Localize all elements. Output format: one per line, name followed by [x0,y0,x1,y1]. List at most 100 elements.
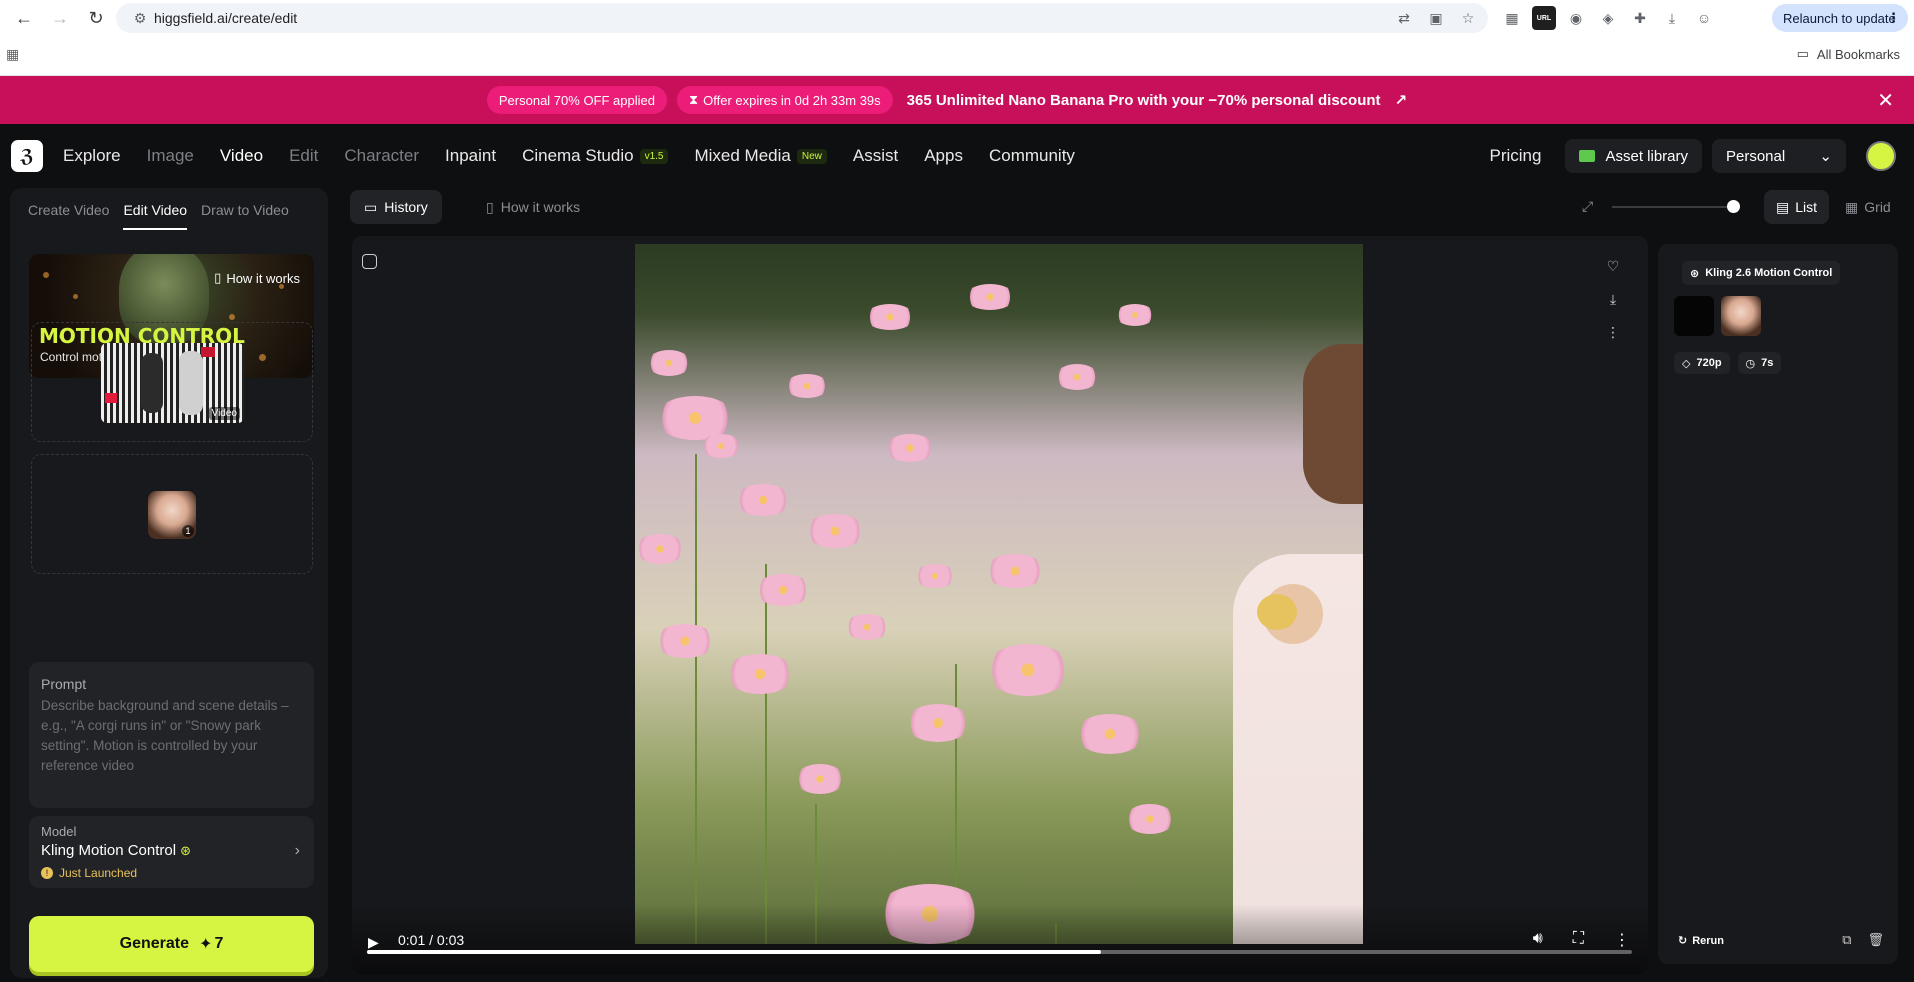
extension-reader-icon[interactable]: ▦ [1500,6,1524,30]
relaunch-button[interactable]: Relaunch to update ⋮ [1772,4,1908,32]
install-app-icon[interactable]: ▣ [1424,6,1448,30]
more-vert-icon[interactable]: ⋮ [1606,324,1620,341]
view-grid[interactable]: ▦ Grid [1833,190,1903,224]
tab-draw-to-video[interactable]: Draw to Video [201,202,289,230]
new-badge: New [796,148,827,164]
extension-camera-icon[interactable]: ◉ [1564,6,1588,30]
version-badge: v1.5 [639,148,669,164]
downloads-icon[interactable]: ⤓ [1660,6,1684,30]
expand-icon[interactable]: ⤢ [1582,198,1593,215]
apps-grid-icon[interactable]: ▦ [6,46,24,64]
view-grid-label: Grid [1864,199,1891,215]
video-progress-bar[interactable] [367,950,1632,954]
video-subject [1223,344,1363,944]
video-label: Video [208,407,240,420]
tab-edit-video[interactable]: Edit Video [123,202,188,230]
volume-icon[interactable]: 🔊︎ [1533,930,1543,950]
profile-icon[interactable]: ☺ [1692,6,1716,30]
item-actions: ♡ ⤓ ⋮ [1606,258,1620,341]
asset-library-button[interactable]: Asset library [1565,139,1702,173]
zoom-slider[interactable] [1612,206,1738,208]
promo-text[interactable]: 365 Unlimited Nano Banana Pro with your … [907,92,1381,109]
video-time: 0:01 / 0:03 [398,932,465,948]
nav-edit[interactable]: Edit [289,146,318,166]
clock-icon: ◷ [1745,357,1756,370]
generate-cost: 7 [214,935,224,952]
all-bookmarks-button[interactable]: ▭ All Bookmarks [1797,46,1900,62]
kling-icon: ⊛ [180,842,191,858]
bookmark-star-icon[interactable]: ☆ [1456,6,1480,30]
view-list[interactable]: ▤ List [1764,190,1830,224]
extension-colorful-icon[interactable]: ◈ [1596,6,1620,30]
download-icon[interactable]: ⤓ [1610,291,1616,308]
model-status: Just Launched [59,866,138,880]
nav-character[interactable]: Character [344,146,419,166]
image-count-badge: 1 [182,525,194,537]
view-list-label: List [1795,199,1818,215]
forward-icon[interactable]: → [42,3,78,33]
prompt-field[interactable]: Prompt Describe background and scene det… [29,662,314,808]
generate-label: Generate [119,935,190,952]
relaunch-label: Relaunch to update [1783,10,1896,26]
generate-button[interactable]: Generate ✦ 7 [29,916,314,972]
asset-library-label: Asset library [1605,147,1688,165]
zoom-slider-thumb[interactable] [1727,200,1740,213]
input-image-thumbnail[interactable] [1721,296,1761,336]
prompt-label: Prompt [41,676,87,692]
tab-how-it-works[interactable]: ▯ How it works [472,190,594,224]
select-checkbox[interactable] [362,254,377,269]
site-info-icon[interactable]: ⚙ [126,3,154,33]
heart-icon[interactable]: ♡ [1607,258,1620,275]
back-icon[interactable]: ← [6,3,42,33]
video-controls: ▶ 0:01 / 0:03 🔊︎ ⛶ ⋮ [352,904,1648,974]
how-it-works-button[interactable]: ▯ How it works [214,268,300,288]
more-vert-icon[interactable]: ⋮ [1614,930,1630,950]
copy-icon[interactable]: ⧉ [1842,932,1851,948]
list-icon: ▤ [1776,198,1790,215]
higgsfield-logo[interactable]: ℨ [11,140,43,172]
reference-video-upload[interactable]: Video [31,322,313,442]
nav-inpaint[interactable]: Inpaint [445,146,496,166]
nav-assist[interactable]: Assist [853,146,898,166]
nav-cinema-studio[interactable]: Cinema Studio v1.5 [522,146,669,166]
view-toggle: ▤ List ▦ Grid [1764,190,1903,224]
nav-video[interactable]: Video [220,146,263,166]
app-header: ℨ Explore Image Video Edit Character Inp… [0,124,1914,188]
video-card: ♡ ⤓ ⋮ ▶ 0:01 / 0:03 🔊︎ ⛶ ⋮ [352,236,1648,974]
model-select[interactable]: Model Kling Motion Control ⊛ ! Just Launch… [29,816,314,888]
fullscreen-icon[interactable]: ⛶ [1573,930,1584,950]
translate-icon[interactable]: ⇄ [1392,6,1416,30]
extension-url-icon[interactable]: URL [1532,6,1556,30]
reload-icon[interactable]: ↻ [78,3,114,33]
nav-pricing[interactable]: Pricing [1490,146,1542,166]
input-video-thumbnail[interactable] [1674,296,1714,336]
character-image-upload[interactable]: 1 [31,454,313,574]
info-icon: ! [41,867,53,879]
more-vert-icon: ⋮ [1887,10,1900,25]
how-it-works-label: How it works [226,270,300,286]
mode-tabs: Create Video Edit Video Draw to Video [28,202,289,230]
nav-apps[interactable]: Apps [924,146,963,166]
rerun-icon: ↻ [1678,935,1688,947]
nav-community[interactable]: Community [989,146,1075,166]
workspace-label: Personal [1726,147,1786,165]
nav-mixed-media-label: Mixed Media [694,146,791,165]
extensions-puzzle-icon[interactable]: ✚ [1628,6,1652,30]
external-arrow-icon[interactable]: ↗ [1395,91,1408,109]
address-bar[interactable]: ⚙ higgsfield.ai/create/edit ⇄ ▣ ☆ [116,3,1488,33]
workspace-select[interactable]: Personal ⌄ [1712,139,1846,173]
play-icon[interactable]: ▶ [368,934,379,951]
close-icon[interactable]: ✕ [1877,88,1894,113]
tab-create-video[interactable]: Create Video [28,202,109,230]
tab-history[interactable]: ▭ History [350,190,442,224]
countdown-label: Offer expires in 0d 2h 33m 39s [703,92,881,108]
rerun-button[interactable]: ↻ Rerun [1678,934,1724,948]
trash-icon[interactable]: 🗑︎ [1867,932,1884,948]
nav-explore[interactable]: Explore [63,146,121,166]
video-player[interactable] [635,244,1363,944]
nav-image[interactable]: Image [147,146,194,166]
kling-icon: ⊛ [1690,267,1700,280]
avatar[interactable] [1866,141,1896,171]
nav-mixed-media[interactable]: Mixed Media New [694,146,827,166]
diamond-icon: ◇ [1682,357,1691,370]
